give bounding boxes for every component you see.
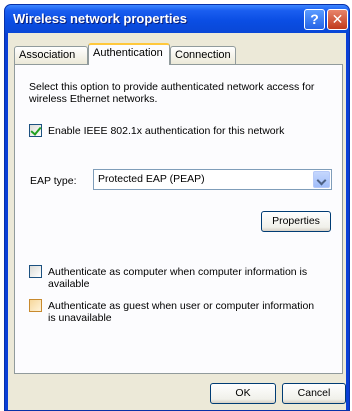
auth-as-computer-label[interactable]: Authenticate as computer when computer i…	[48, 266, 340, 290]
dialog-client-area: Association Authentication Connection Se…	[8, 33, 346, 410]
dialog-window: Wireless network properties ? ✕ Associat…	[4, 4, 350, 411]
tab-association[interactable]: Association	[14, 46, 88, 64]
cancel-button[interactable]: Cancel	[282, 383, 346, 404]
enable-8021x-label[interactable]: Enable IEEE 802.1x authentication for th…	[48, 125, 284, 137]
tab-authentication[interactable]: Authentication	[88, 43, 170, 65]
chevron-down-icon[interactable]	[313, 171, 330, 188]
tab-connection[interactable]: Connection	[170, 46, 236, 64]
close-button[interactable]: ✕	[327, 9, 348, 30]
properties-button[interactable]: Properties	[261, 211, 331, 232]
authentication-panel: Select this option to provide authentica…	[14, 64, 343, 374]
enable-8021x-checkbox[interactable]	[29, 124, 42, 137]
eap-type-select[interactable]: Protected EAP (PEAP)	[93, 169, 332, 190]
title-bar[interactable]: Wireless network properties ? ✕	[5, 5, 349, 33]
help-button[interactable]: ?	[304, 9, 325, 30]
eap-type-label: EAP type:	[30, 175, 77, 187]
auth-as-guest-label[interactable]: Authenticate as guest when user or compu…	[48, 300, 318, 324]
window-title: Wireless network properties	[13, 11, 187, 26]
auth-as-computer-checkbox[interactable]	[29, 265, 42, 278]
authentication-description: Select this option to provide authentica…	[29, 81, 315, 105]
auth-as-guest-checkbox[interactable]	[29, 299, 42, 312]
eap-type-value: Protected EAP (PEAP)	[98, 173, 205, 185]
ok-button[interactable]: OK	[210, 383, 276, 404]
